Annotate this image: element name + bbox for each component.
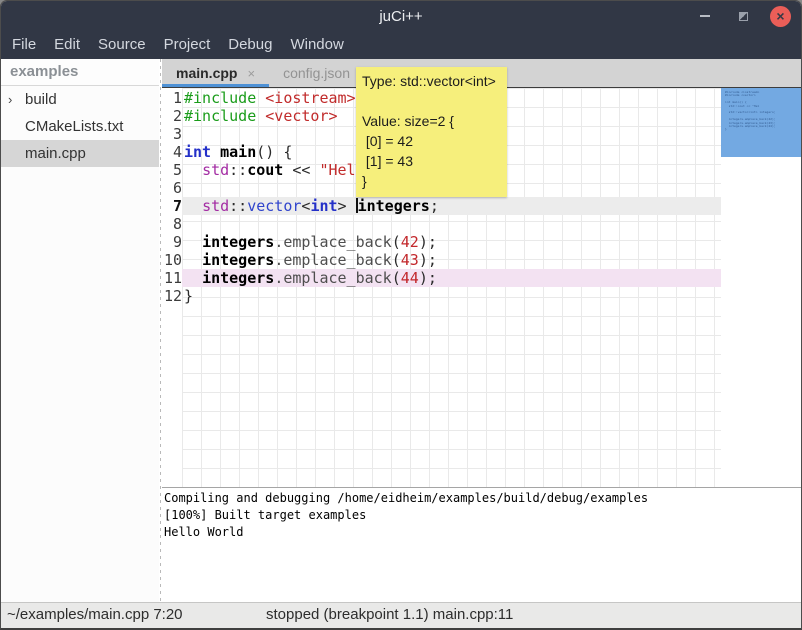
sidebar-item-build[interactable]: ›build (1, 86, 159, 113)
line-number: 12 (162, 287, 182, 305)
tab-close-icon[interactable]: × (247, 66, 255, 81)
line-number: 1 (162, 89, 182, 107)
debug-value-tooltip: Type: std::vector<int> Value: size=2 { [… (356, 67, 507, 197)
window-controls: × (694, 1, 791, 31)
chevron-right-icon[interactable]: › (8, 86, 22, 113)
line-number: 2 (162, 107, 182, 125)
line-number: 9 (162, 233, 182, 251)
code-line[interactable] (182, 215, 721, 233)
menu-item-file[interactable]: File (3, 31, 45, 59)
line-number: 3 (162, 125, 182, 143)
status-debug-state: stopped (breakpoint 1.1) main.cpp:11 (266, 606, 513, 623)
console-line: Hello World (164, 524, 801, 541)
tooltip-line: [1] = 43 (362, 151, 501, 171)
menu-bar: FileEditSourceProjectDebugWindow (1, 31, 801, 59)
code-line[interactable]: integers.emplace_back(44); (182, 269, 721, 287)
tooltip-line (362, 91, 501, 111)
console-line: [100%] Built target examples (164, 507, 801, 524)
file-tree: ›build CMakeLists.txt main.cpp (1, 86, 159, 167)
line-number: 8 (162, 215, 182, 233)
restore-icon (739, 12, 748, 21)
sidebar-item-cmakelists-txt[interactable]: CMakeLists.txt (1, 113, 159, 140)
line-number: 5 (162, 161, 182, 179)
title-bar[interactable]: juCi++ × (1, 1, 801, 31)
code-line[interactable]: } (182, 287, 721, 305)
project-directory-label: examples (1, 59, 159, 86)
console-line: Compiling and debugging /home/eidheim/ex… (164, 490, 801, 507)
debug-console[interactable]: Compiling and debugging /home/eidheim/ex… (162, 488, 801, 602)
tab-label: config.json (283, 65, 350, 81)
line-number-gutter: 123456789101112 (162, 89, 182, 305)
minimap[interactable]: #include <iostream> #include <vector> in… (721, 88, 801, 487)
line-number: 10 (162, 251, 182, 269)
tab-label: main.cpp (176, 65, 237, 81)
app-window: juCi++ × FileEditSourceProjectDebugWindo… (0, 0, 802, 630)
status-file-position: ~/examples/main.cpp 7:20 (7, 606, 183, 623)
code-line[interactable]: std::vector<int> integers; (182, 197, 721, 215)
tooltip-line: [0] = 42 (362, 131, 501, 151)
line-number: 6 (162, 179, 182, 197)
file-tree-sidebar: examples ›build CMakeLists.txt main.cpp (1, 59, 159, 602)
tab-config-json[interactable]: config.json (269, 59, 364, 87)
code-line[interactable]: integers.emplace_back(43); (182, 251, 721, 269)
file-name: CMakeLists.txt (25, 118, 123, 135)
sidebar-item-main-cpp[interactable]: main.cpp (1, 140, 159, 167)
minimize-icon (700, 15, 710, 17)
tooltip-line: Value: size=2 { (362, 111, 501, 131)
minimap-code-preview: #include <iostream> #include <vector> in… (725, 91, 776, 132)
line-number: 7 (162, 197, 182, 215)
minimize-button[interactable] (694, 5, 716, 27)
restore-button[interactable] (732, 5, 754, 27)
menu-item-edit[interactable]: Edit (45, 31, 89, 59)
menu-item-source[interactable]: Source (89, 31, 155, 59)
menu-item-debug[interactable]: Debug (219, 31, 281, 59)
menu-item-project[interactable]: Project (155, 31, 220, 59)
menu-item-window[interactable]: Window (281, 31, 352, 59)
close-button[interactable]: × (770, 6, 791, 27)
line-number: 4 (162, 143, 182, 161)
line-number: 11 (162, 269, 182, 287)
file-name: build (25, 91, 57, 108)
tooltip-line: Type: std::vector<int> (362, 71, 501, 91)
status-bar: ~/examples/main.cpp 7:20 stopped (breakp… (1, 602, 801, 629)
tooltip-line: } (362, 171, 501, 191)
tab-main-cpp[interactable]: main.cpp × (162, 59, 269, 87)
code-line[interactable]: integers.emplace_back(42); (182, 233, 721, 251)
window-title: juCi++ (379, 8, 422, 25)
file-name: main.cpp (25, 145, 86, 162)
